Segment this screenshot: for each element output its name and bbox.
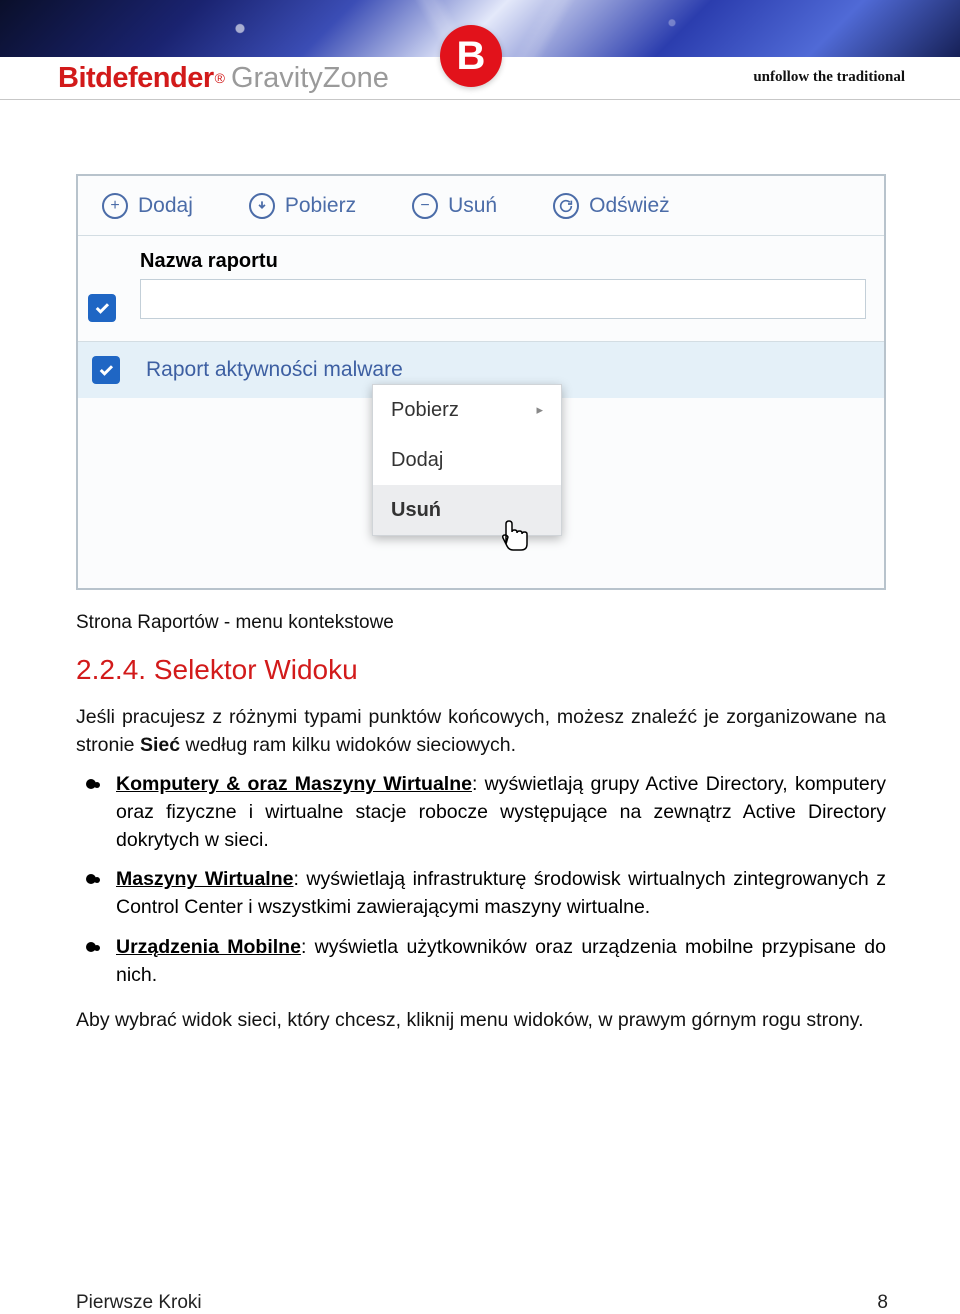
refresh-button[interactable]: Odśwież (553, 193, 670, 219)
brand-bar: Bitdefender® GravityZone B unfollow the … (0, 57, 960, 99)
list-item: Maszyny Wirtualne: wyświetlają infrastru… (112, 866, 886, 921)
bullet-list: Komputery & oraz Maszyny Wirtualne: wyśw… (76, 771, 886, 989)
download-icon (249, 193, 275, 219)
chevron-right-icon: ▸ (536, 402, 543, 418)
ctx-remove-label: Usuń (391, 499, 441, 522)
filter-input[interactable] (140, 279, 866, 319)
toolbar: + Dodaj Pobierz − Usuń Odśwież (78, 176, 884, 236)
ctx-download[interactable]: Pobierz ▸ (373, 385, 561, 435)
page-number: 8 (877, 1292, 888, 1314)
remove-button[interactable]: − Usuń (412, 193, 497, 219)
reports-screenshot: + Dodaj Pobierz − Usuń Odśwież (76, 174, 886, 590)
header-divider (0, 99, 960, 100)
product-name: GravityZone (231, 62, 389, 95)
download-label: Pobierz (285, 194, 356, 218)
registered-mark: ® (215, 70, 225, 86)
ctx-remove[interactable]: Usuń (373, 485, 561, 535)
refresh-icon (553, 193, 579, 219)
remove-label: Usuń (448, 194, 497, 218)
footer-title: Pierwsze Kroki (76, 1292, 202, 1314)
column-header-name: Nazwa raportu (140, 250, 866, 273)
row-checkbox[interactable] (92, 356, 120, 384)
table-header-row: Nazwa raportu (78, 236, 884, 342)
download-button[interactable]: Pobierz (249, 193, 356, 219)
brand-name: Bitdefender (58, 62, 214, 95)
tagline: unfollow the traditional (753, 69, 905, 86)
brand-logo-icon: B (440, 25, 502, 87)
list-item: Komputery & oraz Maszyny Wirtualne: wyśw… (112, 771, 886, 854)
outro-paragraph: Aby wybrać widok sieci, który chcesz, kl… (76, 1007, 886, 1035)
list-item: Urządzenia Mobilne: wyświetla użytkownik… (112, 934, 886, 989)
plus-icon: + (102, 193, 128, 219)
context-menu: Pobierz ▸ Dodaj Usuń (372, 384, 562, 536)
minus-icon: − (412, 193, 438, 219)
pointer-cursor-icon (498, 514, 532, 563)
ctx-add[interactable]: Dodaj (373, 435, 561, 485)
row-name-cell: Raport aktywności malware (146, 358, 403, 382)
screenshot-caption: Strona Raportów - menu kontekstowe (76, 612, 886, 634)
intro-paragraph: Jeśli pracujesz z różnymi typami punktów… (76, 704, 886, 759)
ctx-add-label: Dodaj (391, 449, 443, 472)
ctx-download-label: Pobierz (391, 399, 459, 422)
page-footer: Pierwsze Kroki 8 (76, 1292, 888, 1314)
select-all-checkbox[interactable] (88, 294, 116, 322)
refresh-label: Odśwież (589, 194, 670, 218)
add-button[interactable]: + Dodaj (102, 193, 193, 219)
section-heading: 2.2.4. Selektor Widoku (76, 654, 886, 686)
add-label: Dodaj (138, 194, 193, 218)
